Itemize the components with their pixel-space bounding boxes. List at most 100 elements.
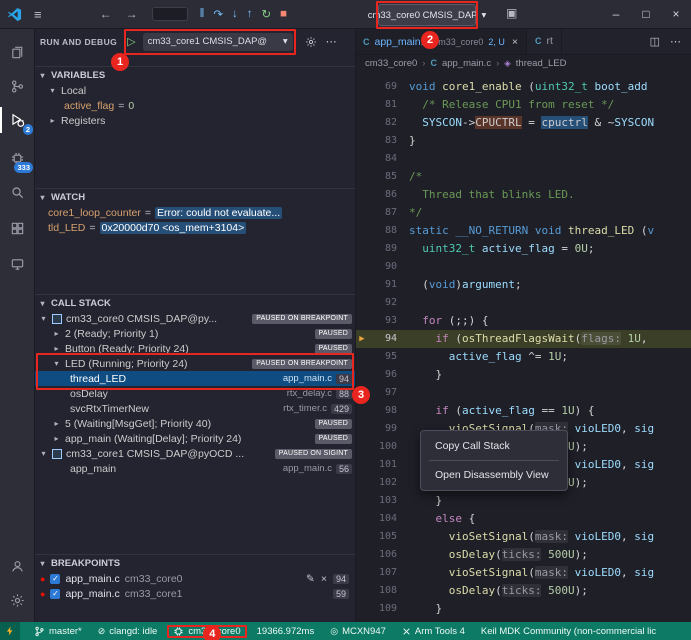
step-into-icon[interactable]: ↓ [232, 8, 238, 20]
variables-local-group[interactable]: ▾ Local [34, 83, 355, 98]
callstack-thread[interactable]: ▸app_main (Waiting[Delay]; Priority 24)P… [34, 431, 355, 446]
remote-indicator-icon[interactable] [0, 622, 20, 640]
line-number: 104 [369, 510, 397, 528]
code-line: 90 [355, 258, 691, 276]
breadcrumb[interactable]: cm33_core0 › C app_main.c › ◈ thread_LED [355, 55, 691, 71]
watch-header[interactable]: ▾ WATCH [34, 189, 355, 205]
close-icon[interactable]: × [512, 36, 518, 48]
menu-icon[interactable]: ≡ [34, 7, 42, 22]
code-line: 104 else { [355, 510, 691, 528]
breakpoint-row[interactable]: ●✓app_main.ccm33_core159 [34, 586, 355, 601]
callstack-frame[interactable]: app_mainapp_main.c56 [34, 461, 355, 476]
back-icon[interactable]: ← [100, 7, 112, 21]
launch-config-dropdown[interactable]: cm33_core1 CMSIS_DAP@ ▾ [143, 33, 293, 51]
forward-icon[interactable]: → [126, 7, 138, 21]
variable-row[interactable]: active_flag = 0 [34, 98, 355, 113]
breakpoint-row[interactable]: ●✓app_main.ccm33_core0✎×94 [34, 571, 355, 586]
status-item-clangd[interactable]: ⊘clangd: idle [96, 626, 160, 637]
start-debug-icon[interactable]: ▷ [127, 35, 135, 48]
status-item-master[interactable]: master* [32, 626, 84, 637]
minimize-button[interactable]: – [601, 0, 631, 28]
step-out-icon[interactable]: ↑ [247, 8, 253, 20]
code-area[interactable]: 69void core1_enable (uint32_t boot_add81… [355, 78, 691, 622]
line-number: 100 [369, 438, 397, 456]
callstack-thread[interactable]: ▾LED (Running; Priority 24)PAUSED ON BRE… [34, 356, 355, 371]
breadcrumb-symbol[interactable]: thread_LED [516, 58, 567, 69]
breadcrumb-file[interactable]: app_main.c [442, 58, 491, 69]
account-icon[interactable] [0, 550, 34, 582]
code-text: for (;;) { [409, 312, 691, 330]
context-menu: Copy Call Stack Open Disassembly View [420, 430, 568, 491]
tab-badge: 2, U [488, 37, 505, 47]
line-number: 94 [369, 330, 397, 348]
line-number: 85 [369, 168, 397, 186]
callstack-session[interactable]: ▾cm33_core0 CMSIS_DAP@py...PAUSED ON BRE… [34, 311, 355, 326]
explorer-icon[interactable] [0, 36, 34, 68]
code-text: } [409, 492, 691, 510]
tab-rt[interactable]: C rt [527, 28, 562, 54]
debug-settings-gear-icon[interactable] [305, 36, 317, 48]
callstack-frame[interactable]: osDelayrtx_delay.c88 [34, 386, 355, 401]
status-item-keil[interactable]: Keil MDK Community (non-commercial lic [479, 626, 658, 637]
device-icon[interactable]: 333 [0, 142, 34, 174]
code-line: 98 if (active_flag == 1U) { [355, 402, 691, 420]
status-item-mcxn947[interactable]: ◎MCXN947 [328, 626, 388, 637]
code-text: vioSetSignal(mask: vioLED0, sig [409, 528, 691, 546]
command-center[interactable] [152, 7, 188, 21]
settings-gear-icon[interactable] [0, 584, 34, 616]
code-line: 86 Thread that blinks LED. [355, 186, 691, 204]
callstack-thread[interactable]: ▸2 (Ready; Priority 1)PAUSED [34, 326, 355, 341]
more-actions-icon[interactable]: ⋯ [670, 35, 681, 48]
execution-arrow-icon[interactable]: ▶ [355, 330, 369, 348]
watch-row[interactable]: core1_loop_counter = Error: could not ev… [34, 205, 355, 220]
callstack-thread[interactable]: ▸Button (Ready; Priority 24)PAUSED [34, 341, 355, 356]
run-and-debug-icon[interactable]: 2 [0, 104, 34, 136]
status-item-arm[interactable]: Arm Tools 4 [400, 626, 467, 637]
tab-bar: C app_main.c cm33_core0 2, U × C rt ◫ ⋯ [355, 28, 691, 55]
variables-registers-group[interactable]: ▸ Registers [34, 113, 355, 128]
remove-breakpoint-icon[interactable]: × [321, 573, 327, 585]
breakpoint-checkbox[interactable]: ✓ [50, 574, 60, 584]
breakpoint-checkbox[interactable]: ✓ [50, 589, 60, 599]
close-button[interactable]: × [661, 0, 691, 28]
breadcrumb-core[interactable]: cm33_core0 [365, 58, 417, 69]
line-number: 90 [369, 258, 397, 276]
edit-breakpoint-icon[interactable]: ✎ [306, 573, 315, 585]
maximize-button[interactable]: □ [631, 0, 661, 28]
chevron-down-icon: ▾ [482, 10, 487, 21]
callstack-session[interactable]: ▾cm33_core1 CMSIS_DAP@pyOCD ...PAUSED ON… [34, 446, 355, 461]
debug-target-dropdown[interactable]: cm33_core0 CMSIS_DAP ▾ [378, 4, 476, 26]
watch-row[interactable]: tld_LED = 0x20000d70 <os_mem+3104> [34, 220, 355, 235]
line-number: 87 [369, 204, 397, 222]
step-over-icon[interactable]: ↷ [213, 7, 223, 21]
stop-icon[interactable]: ■ [280, 8, 287, 20]
status-item-cm33_core0[interactable]: cm33_core04 [171, 626, 242, 637]
callstack-frame[interactable]: thread_LEDapp_main.c94 [34, 371, 355, 386]
call-stack-header[interactable]: ▾ CALL STACK [34, 295, 355, 311]
source-control-icon[interactable] [0, 70, 34, 102]
extensions-icon[interactable] [0, 212, 34, 244]
pause-icon[interactable]: ‖ [200, 8, 205, 20]
breakpoints-header[interactable]: ▾ BREAKPOINTS [34, 555, 355, 571]
line-number: 92 [369, 294, 397, 312]
menu-item-copy-call-stack[interactable]: Copy Call Stack [421, 435, 567, 457]
line-number: 102 [369, 474, 397, 492]
more-actions-icon[interactable]: ⋯ [326, 35, 337, 48]
search-icon[interactable] [0, 176, 34, 208]
remote-explorer-icon[interactable] [0, 248, 34, 280]
tab-app-main[interactable]: C app_main.c cm33_core0 2, U × [355, 28, 527, 54]
split-editor-icon[interactable]: ◫ [650, 35, 660, 48]
callstack-frame[interactable]: svcRtxTimerNewrtx_timer.c429 [34, 401, 355, 416]
code-text: else { [409, 510, 691, 528]
restart-icon[interactable]: ↻ [262, 7, 272, 21]
variables-header[interactable]: ▾ VARIABLES [34, 67, 355, 83]
menu-item-open-disassembly[interactable]: Open Disassembly View [421, 464, 567, 486]
target-icon: ◎ [330, 626, 338, 637]
layout-icon[interactable]: ▣ [506, 6, 517, 20]
vscode-logo-icon [7, 7, 22, 22]
callstack-thread[interactable]: ▸5 (Waiting[MsgGet]; Priority 40)PAUSED [34, 416, 355, 431]
breadcrumb-separator: › [496, 58, 499, 69]
tools-icon [402, 627, 411, 636]
status-item-19366.972ms[interactable]: 19366.972ms [255, 626, 317, 637]
code-line: 85/* [355, 168, 691, 186]
